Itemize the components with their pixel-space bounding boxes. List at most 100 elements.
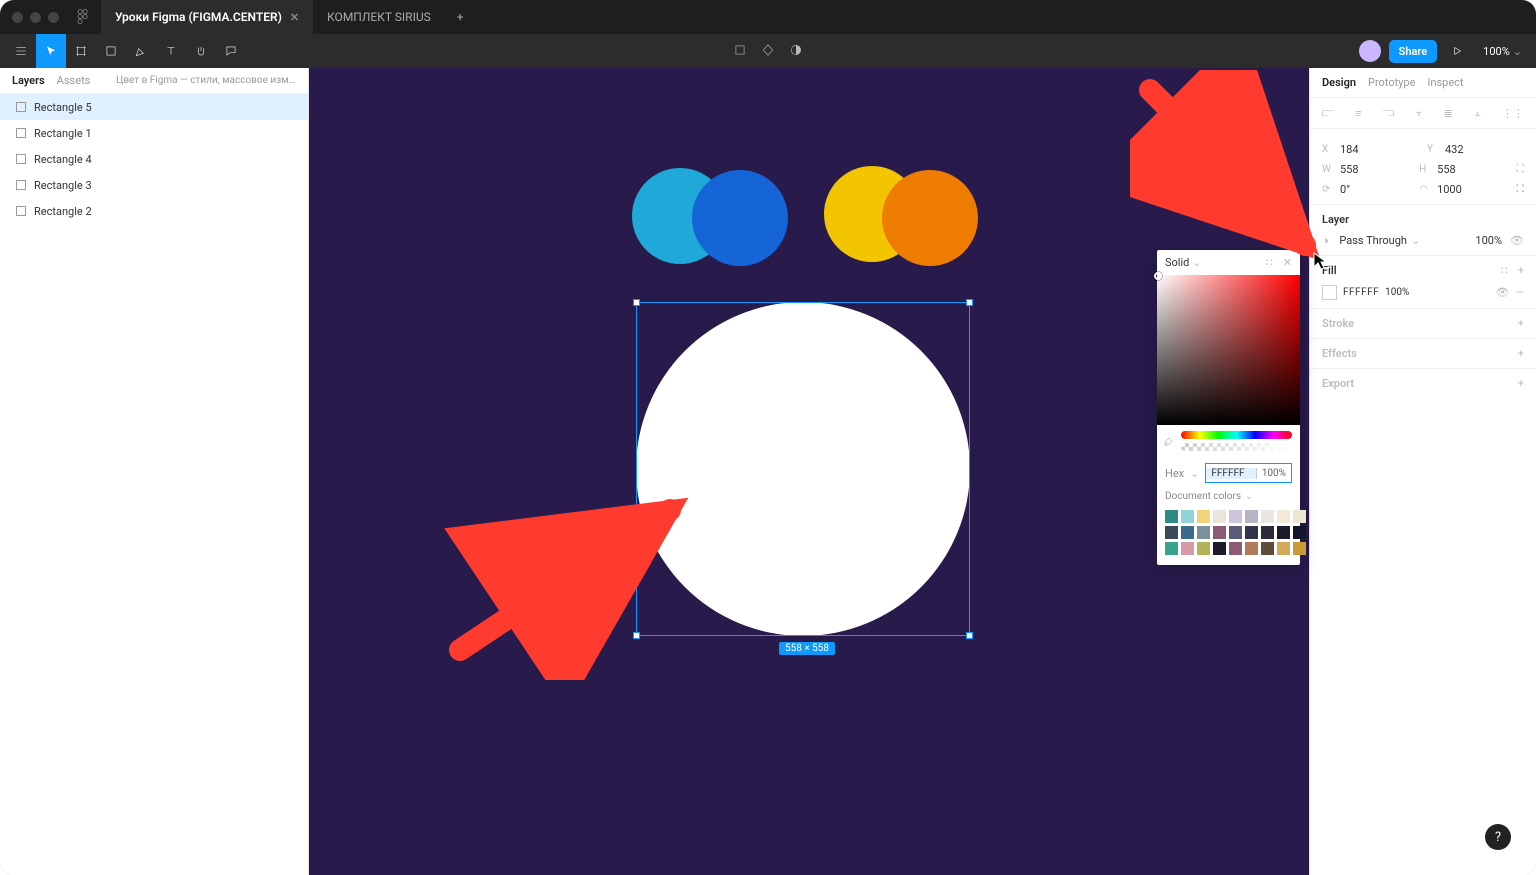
color-swatch[interactable] bbox=[1245, 510, 1258, 523]
boolean-icon[interactable] bbox=[761, 43, 775, 60]
min-dot[interactable] bbox=[30, 12, 41, 23]
color-swatch[interactable] bbox=[1181, 510, 1194, 523]
color-swatch[interactable] bbox=[1277, 526, 1290, 539]
layers-tab[interactable]: Layers bbox=[12, 74, 45, 87]
h-field[interactable]: H558 bbox=[1419, 163, 1508, 176]
alpha-slider[interactable] bbox=[1181, 443, 1292, 451]
layer-row[interactable]: Rectangle 4 bbox=[0, 146, 308, 172]
canvas-shape[interactable] bbox=[692, 170, 788, 266]
color-swatch[interactable] bbox=[1293, 526, 1306, 539]
sat-handle[interactable] bbox=[1154, 272, 1162, 280]
canvas-shape[interactable] bbox=[882, 170, 978, 266]
zoom-menu[interactable]: 100%⌄ bbox=[1483, 45, 1522, 58]
blend-mode[interactable]: ◑ Pass Through ⌄ bbox=[1322, 234, 1467, 247]
page-select[interactable]: Цвет в Figma — стили, массовое изменение… bbox=[116, 75, 296, 86]
hue-slider[interactable] bbox=[1181, 431, 1292, 439]
fill-styles-icon[interactable]: ∷ bbox=[1501, 264, 1508, 277]
align-right-icon[interactable]: ⫎ bbox=[1383, 106, 1395, 120]
fill-opacity[interactable]: 100% bbox=[1385, 287, 1409, 298]
color-swatch[interactable] bbox=[1181, 542, 1194, 555]
present-button[interactable] bbox=[1445, 34, 1469, 68]
color-picker[interactable]: Solid ⌄ ∷ ✕ Hex⌄ FFFFFF 100% Document co… bbox=[1157, 250, 1300, 565]
layer-opacity[interactable]: 100% bbox=[1475, 234, 1502, 247]
comment-tool[interactable] bbox=[216, 34, 246, 68]
color-swatch[interactable] bbox=[1261, 510, 1274, 523]
fill-add-icon[interactable]: + bbox=[1518, 264, 1524, 277]
fill-hex[interactable]: FFFFFF bbox=[1343, 287, 1379, 298]
visibility-icon[interactable]: 👁 bbox=[1510, 234, 1524, 247]
fill-visibility-icon[interactable]: 👁 bbox=[1495, 286, 1509, 299]
color-swatch[interactable] bbox=[1261, 542, 1274, 555]
close-dot[interactable] bbox=[12, 12, 23, 23]
align-vcenter-icon[interactable]: ≣ bbox=[1444, 106, 1453, 120]
color-swatch[interactable] bbox=[1213, 526, 1226, 539]
tab-add[interactable]: + bbox=[445, 0, 476, 34]
share-button[interactable]: Share bbox=[1389, 40, 1438, 63]
color-swatch[interactable] bbox=[1197, 542, 1210, 555]
figma-logo-icon[interactable] bbox=[73, 7, 93, 27]
export-add-icon[interactable]: + bbox=[1518, 377, 1524, 390]
window-controls[interactable] bbox=[12, 12, 59, 23]
color-swatch[interactable] bbox=[1181, 526, 1194, 539]
color-swatch[interactable] bbox=[1293, 542, 1306, 555]
layer-row[interactable]: Rectangle 1 bbox=[0, 120, 308, 146]
color-swatch[interactable] bbox=[1229, 510, 1242, 523]
selection-handle[interactable] bbox=[633, 299, 640, 306]
radius-field[interactable]: ◠1000 bbox=[1419, 183, 1508, 196]
help-button[interactable]: ? bbox=[1485, 824, 1511, 850]
frame-tool[interactable] bbox=[66, 34, 96, 68]
main-menu-button[interactable] bbox=[6, 34, 36, 68]
color-swatch[interactable] bbox=[1165, 526, 1178, 539]
text-tool[interactable] bbox=[156, 34, 186, 68]
avatar[interactable] bbox=[1359, 40, 1381, 62]
color-swatch[interactable] bbox=[1293, 510, 1306, 523]
stroke-add-icon[interactable]: + bbox=[1518, 317, 1524, 330]
eyedropper-icon[interactable] bbox=[1163, 435, 1175, 450]
color-swatch[interactable] bbox=[1261, 526, 1274, 539]
move-tool[interactable] bbox=[36, 34, 66, 68]
align-bottom-icon[interactable]: ⫠ bbox=[1474, 106, 1481, 120]
shape-tool[interactable] bbox=[96, 34, 126, 68]
hand-tool[interactable] bbox=[186, 34, 216, 68]
independent-corners-icon[interactable]: ⛚ bbox=[1516, 182, 1524, 196]
effects-add-icon[interactable]: + bbox=[1518, 347, 1524, 360]
max-dot[interactable] bbox=[48, 12, 59, 23]
prototype-tab[interactable]: Prototype bbox=[1368, 76, 1415, 89]
w-field[interactable]: W558 bbox=[1322, 163, 1411, 176]
color-swatch[interactable] bbox=[1245, 526, 1258, 539]
x-field[interactable]: X184 bbox=[1322, 143, 1419, 156]
constrain-icon[interactable]: ⛶ bbox=[1516, 162, 1524, 176]
inspect-tab[interactable]: Inspect bbox=[1427, 76, 1463, 89]
color-swatch[interactable] bbox=[1165, 510, 1178, 523]
align-top-icon[interactable]: ⫟ bbox=[1416, 106, 1423, 120]
fill-remove-icon[interactable]: — bbox=[1515, 286, 1524, 299]
mask-icon[interactable] bbox=[733, 43, 747, 60]
component-icon[interactable] bbox=[789, 43, 803, 60]
close-icon[interactable]: ✕ bbox=[290, 11, 299, 24]
hex-input[interactable]: FFFFFF 100% bbox=[1205, 463, 1292, 483]
color-swatch[interactable] bbox=[1213, 542, 1226, 555]
color-swatch[interactable] bbox=[1165, 542, 1178, 555]
tab-active[interactable]: Уроки Figma (FIGMA.CENTER) ✕ bbox=[101, 0, 313, 34]
color-swatch[interactable] bbox=[1197, 510, 1210, 523]
layer-row[interactable]: Rectangle 5 bbox=[0, 94, 308, 120]
selection-handle[interactable] bbox=[966, 299, 973, 306]
align-hcenter-icon[interactable]: ≡ bbox=[1355, 106, 1361, 120]
distribute-icon[interactable]: ⋮⋮ bbox=[1502, 106, 1524, 120]
layer-row[interactable]: Rectangle 3 bbox=[0, 172, 308, 198]
color-swatch[interactable] bbox=[1229, 526, 1242, 539]
color-swatch[interactable] bbox=[1277, 542, 1290, 555]
saturation-area[interactable] bbox=[1157, 275, 1300, 425]
assets-tab[interactable]: Assets bbox=[57, 74, 91, 87]
color-swatch[interactable] bbox=[1277, 510, 1290, 523]
y-field[interactable]: Y432 bbox=[1427, 143, 1524, 156]
color-swatch[interactable] bbox=[1245, 542, 1258, 555]
layer-row[interactable]: Rectangle 2 bbox=[0, 198, 308, 224]
fill-swatch[interactable] bbox=[1322, 285, 1337, 300]
pen-tool[interactable] bbox=[126, 34, 156, 68]
color-swatch[interactable] bbox=[1213, 510, 1226, 523]
color-swatch[interactable] bbox=[1197, 526, 1210, 539]
selection-handle[interactable] bbox=[966, 632, 973, 639]
document-colors-title[interactable]: Document colors ⌄ bbox=[1157, 487, 1300, 506]
tab-second[interactable]: КОМПЛЕКТ SIRIUS bbox=[313, 0, 445, 34]
